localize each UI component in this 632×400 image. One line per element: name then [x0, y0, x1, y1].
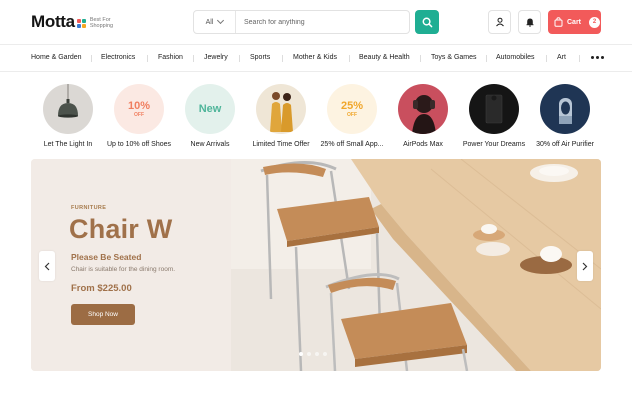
nav-divider [193, 55, 194, 62]
hero-image [231, 159, 601, 371]
chevron-right-icon [582, 262, 588, 270]
search-icon [422, 17, 432, 27]
hero-description: Chair is suitable for the dining room. [71, 266, 176, 273]
search-input[interactable] [236, 11, 409, 33]
more-dots-icon[interactable] [591, 56, 604, 59]
headphones-person-icon [412, 95, 436, 134]
hero-price: From $225.00 [71, 283, 132, 294]
nav-divider [546, 55, 547, 62]
category-label: Up to 10% off Shoes [106, 141, 172, 148]
category-air-purifier-image [540, 84, 590, 134]
nav-divider [282, 55, 283, 62]
user-icon [495, 17, 504, 27]
nav-item-electronics[interactable]: Electronics [101, 54, 135, 61]
cart-button[interactable]: Cart 2 [548, 10, 601, 34]
bell-icon [526, 18, 533, 27]
nav-divider [420, 55, 421, 62]
nav-item-mother-kids[interactable]: Mother & Kids [293, 54, 337, 61]
game-console-icon [485, 94, 503, 124]
category-shoes-sale-image: 10% OFF [114, 84, 164, 134]
nav-divider [486, 55, 487, 62]
category-label: Limited Time Offer [252, 141, 310, 148]
nav-item-art[interactable]: Art [557, 54, 566, 61]
slider-dot[interactable] [323, 352, 327, 356]
category-power-dreams[interactable]: Power Your Dreams [459, 84, 529, 148]
chevron-left-icon [44, 262, 50, 270]
nav-item-fashion[interactable]: Fashion [158, 54, 183, 61]
slider-dot[interactable] [299, 352, 303, 356]
slider-prev-button[interactable] [39, 251, 55, 281]
nav-item-sports[interactable]: Sports [250, 54, 270, 61]
hero-kicker: FURNITURE [71, 205, 107, 211]
category-label: New Arrivals [190, 141, 230, 148]
category-label: Let The Light In [43, 141, 93, 148]
brand-logo[interactable]: Motta Best For Shopping [31, 12, 113, 32]
notifications-button[interactable] [518, 10, 541, 34]
category-small-appliances[interactable]: 25% OFF 25% off Small App... [317, 84, 387, 148]
search-button[interactable] [415, 10, 439, 34]
account-button[interactable] [488, 10, 511, 34]
category-label: 25% off Small App... [320, 141, 384, 148]
brand-name: Motta [31, 12, 75, 31]
nav-item-jewelry[interactable]: Jewelry [204, 54, 228, 61]
nav-divider [147, 55, 148, 62]
category-air-purifier[interactable]: 30% off Air Purifier [530, 84, 600, 148]
nav-item-automobiles[interactable]: Automobiles [496, 54, 535, 61]
brand-tagline-line2: Shopping [89, 23, 114, 29]
category-new-arrivals-image: New [185, 84, 235, 134]
site-header: Motta Best For Shopping All Search for a… [0, 0, 632, 44]
hero-slider: FURNITURE Chair W Please Be Seated Chair… [31, 159, 601, 371]
category-small-appliances-image: 25% OFF [327, 84, 377, 134]
slider-dot[interactable] [315, 352, 319, 356]
search-category-value: All [205, 18, 214, 26]
search-category-select[interactable]: All [194, 11, 236, 33]
discount-badge-sub: OFF [347, 111, 357, 118]
discount-badge: 25% [340, 99, 364, 112]
slider-next-button[interactable] [577, 251, 593, 281]
nav-divider [579, 55, 580, 62]
brand-tagline: Best For Shopping [90, 17, 113, 29]
fashion-models-icon [270, 92, 293, 132]
chevron-down-icon [217, 16, 225, 25]
new-badge: New [198, 103, 222, 115]
nav-divider [349, 55, 350, 62]
slider-dot[interactable] [307, 352, 311, 356]
dining-chair-table-illustration [231, 159, 601, 371]
bag-icon [554, 17, 563, 27]
category-shoes-sale[interactable]: 10% OFF Up to 10% off Shoes [104, 84, 174, 148]
discount-badge-sub: OFF [134, 111, 144, 118]
category-airpods-max-image [398, 84, 448, 134]
air-purifier-icon [559, 98, 572, 124]
category-lights-image [43, 84, 93, 134]
cart-label: Cart [567, 18, 582, 26]
search-bar: All [193, 10, 410, 34]
shop-now-button[interactable]: Shop Now [71, 304, 135, 325]
hero-subtitle: Please Be Seated [71, 252, 142, 262]
pendant-lamp-icon [58, 84, 78, 118]
category-airpods-max[interactable]: AirPods Max [388, 84, 458, 148]
nav-item-home-garden[interactable]: Home & Garden [31, 54, 82, 61]
category-lights[interactable]: Let The Light In [33, 84, 103, 148]
category-label: AirPods Max [403, 141, 443, 148]
slider-pagination [299, 352, 327, 356]
hero-text-panel: FURNITURE Chair W Please Be Seated Chair… [31, 159, 231, 371]
nav-item-beauty-health[interactable]: Beauty & Health [359, 54, 410, 61]
category-limited-offer[interactable]: Limited Time Offer [246, 84, 316, 148]
category-power-dreams-image [469, 84, 519, 134]
nav-divider [91, 55, 92, 62]
brand-mark-icon [76, 19, 86, 28]
category-nav: Home & Garden Electronics Fashion Jewelr… [0, 44, 632, 72]
nav-item-toys-games[interactable]: Toys & Games [431, 54, 477, 61]
category-label: 30% off Air Purifier [536, 141, 594, 148]
category-limited-offer-image [256, 84, 306, 134]
cart-count-badge: 2 [589, 16, 601, 28]
category-new-arrivals[interactable]: New New Arrivals [175, 84, 245, 148]
hero-title: Chair W [69, 214, 173, 244]
discount-badge: 10% [127, 99, 151, 112]
category-label: Power Your Dreams [462, 141, 526, 148]
nav-divider [239, 55, 240, 62]
